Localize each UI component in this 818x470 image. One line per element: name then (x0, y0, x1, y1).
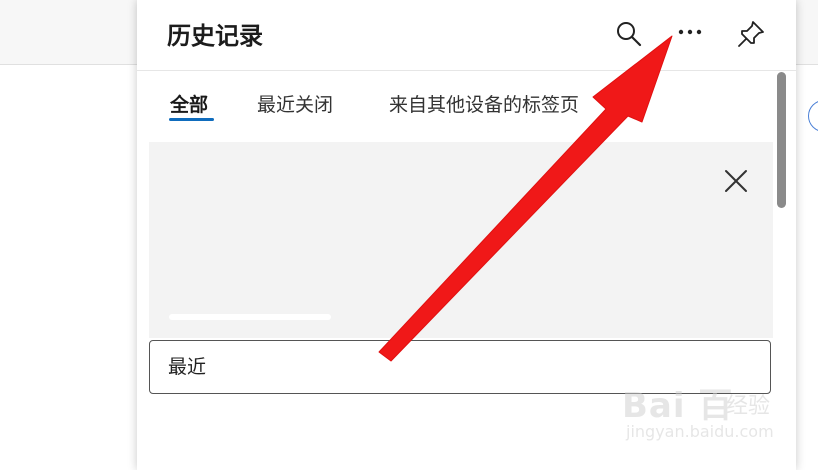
watermark-logo: Bai 百 (622, 386, 734, 426)
watermark-url: jingyan.baidu.com (626, 422, 774, 441)
baidu-watermark: Bai 百 经验 jingyan.baidu.com (622, 378, 792, 448)
watermark-text: 经验 (726, 394, 771, 419)
